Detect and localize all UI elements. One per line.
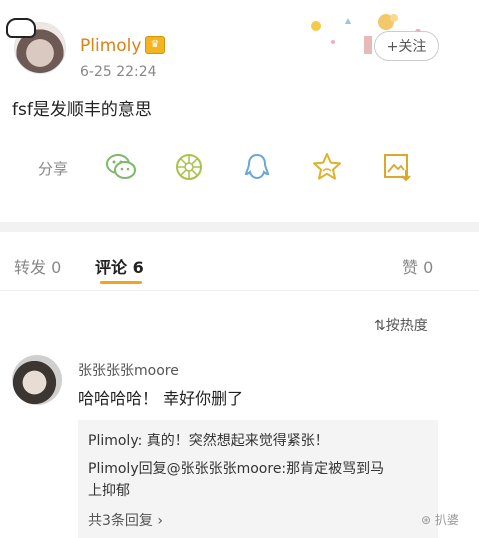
watermark-text: 扒婆 [434,513,459,527]
sort-label: 按热度 [385,318,428,334]
more-replies-link[interactable]: 共3条回复 › [88,510,163,530]
star-icon[interactable] [310,150,344,184]
qq-icon[interactable] [240,150,274,184]
commenter-name[interactable]: 张张张张moore [78,360,179,380]
tabs-divider [0,290,479,291]
post-text: fsf是发顺丰的意思 [12,100,152,120]
sort-icon: ⇅ [374,318,386,334]
cat-ears-decoration [6,18,36,38]
reply-line: Plimoly: 真的！突然想起来觉得紧张！ [88,433,329,449]
watermark-icon: ⊛ [421,513,435,527]
moments-icon[interactable] [172,150,206,184]
active-tab-indicator [100,281,142,284]
post-time: 6-25 22:24 [80,64,157,80]
tab-repost[interactable]: 转发 0 [14,254,61,278]
follow-button[interactable]: +关注 [374,31,439,61]
section-divider [0,222,479,232]
reply-line: 上抑郁 [88,483,130,499]
wechat-icon[interactable] [104,150,138,184]
author-name[interactable]: Plimoly [80,36,141,56]
commenter-avatar[interactable] [12,355,62,405]
tab-likes[interactable]: 赞 0 [402,254,433,278]
watermark-logo: ⊛ 扒婆 [421,511,459,528]
sort-button[interactable]: ⇅按热度 [374,315,428,335]
reply-box[interactable]: Plimoly: 真的！突然想起来觉得紧张！ Plimoly回复@张张张张moo… [78,420,438,538]
tab-comments[interactable]: 评论 6 [95,254,144,278]
vip-badge-icon: ♛ [145,36,165,54]
comment-text: 哈哈哈哈！ 幸好你删了 [78,389,244,408]
save-image-icon[interactable] [380,150,414,184]
reply-line: Plimoly回复@张张张张moore:那肯定被骂到马 [88,461,385,477]
share-label: 分享 [38,160,69,178]
